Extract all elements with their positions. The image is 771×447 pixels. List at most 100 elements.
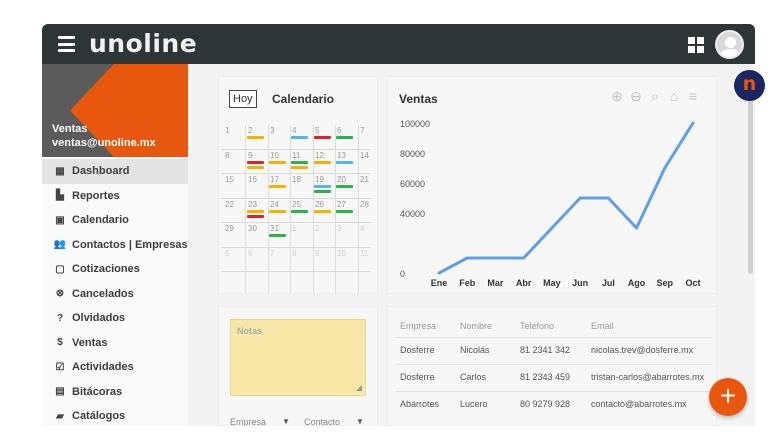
calendar-day[interactable]: 31	[270, 224, 279, 233]
calendar-event[interactable]	[269, 160, 286, 164]
calendar-event[interactable]	[291, 160, 308, 164]
data-point[interactable]	[663, 166, 667, 170]
data-point[interactable]	[465, 256, 469, 260]
calendar-day[interactable]: 8	[225, 151, 229, 160]
calendar-event[interactable]	[336, 185, 353, 188]
sales-series-line[interactable]	[438, 122, 695, 275]
calendar-day[interactable]: 11	[292, 151, 300, 160]
calendar-day[interactable]: 20	[337, 175, 346, 184]
calendar-day[interactable]: 23	[248, 200, 257, 209]
table-cell[interactable]: nicolas.trev@dosferre.mx	[591, 345, 693, 355]
calendar-event[interactable]	[336, 209, 353, 213]
calendar-day[interactable]: 1	[292, 224, 296, 233]
calendar-event[interactable]	[336, 136, 353, 139]
calendar-day[interactable]: 3	[270, 126, 274, 135]
calendar-event[interactable]	[269, 209, 286, 213]
calendar-day[interactable]: 1	[225, 126, 229, 135]
sidebar-item-dashboard[interactable]: ▦ Dashboard	[42, 159, 188, 184]
notes-textarea[interactable]: Notas ◢	[230, 319, 366, 396]
calendar-event[interactable]	[314, 209, 331, 213]
calendar-day[interactable]: 17	[270, 175, 279, 184]
calendar-day[interactable]: 25	[292, 200, 301, 209]
calendar-day[interactable]: 21	[360, 175, 369, 184]
sidebar-item-reportes[interactable]: ▙ Reportes	[42, 184, 188, 209]
calendar-day[interactable]: 5	[315, 126, 319, 135]
calendar-event[interactable]	[291, 136, 308, 139]
apps-grid-icon[interactable]	[688, 37, 704, 53]
resize-handle-icon[interactable]: ◢	[356, 383, 362, 392]
calendar-day[interactable]: 27	[337, 200, 346, 209]
calendar-day[interactable]: 7	[270, 249, 274, 258]
sidebar-item-cotizaciones[interactable]: ▢ Cotizaciones	[42, 257, 188, 282]
calendar-day[interactable]: 14	[360, 151, 369, 160]
unoline-badge[interactable]: n	[734, 70, 765, 101]
data-point[interactable]	[550, 226, 554, 230]
sidebar-item-calendario[interactable]: ▣ Calendario	[42, 208, 188, 233]
company-select[interactable]: Empresa	[230, 417, 266, 426]
data-point[interactable]	[635, 226, 639, 230]
sidebar-item-actividades[interactable]: ☑ Actividades	[42, 355, 188, 380]
calendar-event[interactable]	[269, 185, 286, 188]
avatar[interactable]	[715, 30, 744, 59]
calendar-day[interactable]: 24	[270, 200, 279, 209]
calendar-day[interactable]: 8	[292, 249, 296, 258]
calendar-event[interactable]	[269, 234, 286, 237]
chevron-down-icon[interactable]: ▼	[356, 417, 364, 426]
sidebar-item-cat-logos[interactable]: ▰ Catálogos	[42, 404, 188, 426]
calendar-day[interactable]: 18	[292, 175, 301, 184]
calendar-event[interactable]	[314, 190, 331, 193]
calendar-day[interactable]: 4	[360, 224, 364, 233]
calendar-event[interactable]	[247, 165, 264, 169]
calendar-day[interactable]: 2	[248, 126, 252, 135]
sidebar-item-cancelados[interactable]: ⊗ Cancelados	[42, 282, 188, 307]
calendar-event[interactable]	[247, 209, 264, 213]
calendar-day[interactable]: 9	[248, 151, 252, 160]
calendar-day[interactable]: 10	[337, 249, 346, 258]
calendar-event[interactable]	[314, 160, 331, 164]
data-point[interactable]	[691, 121, 695, 125]
calendar-day[interactable]: 29	[225, 224, 234, 233]
calendar-day[interactable]: 6	[248, 249, 252, 258]
calendar-event[interactable]	[247, 214, 264, 218]
calendar-event[interactable]	[336, 160, 353, 164]
calendar-day[interactable]: 2	[315, 224, 319, 233]
add-fab-button[interactable]: +	[709, 378, 747, 416]
calendar-event[interactable]	[247, 136, 264, 139]
scrollbar[interactable]	[748, 74, 753, 274]
contact-select[interactable]: Contacto	[304, 417, 340, 426]
calendar-day[interactable]: 5	[225, 249, 229, 258]
data-point[interactable]	[522, 256, 526, 260]
data-point[interactable]	[578, 196, 582, 200]
data-point[interactable]	[437, 271, 441, 275]
calendar-event[interactable]	[314, 136, 331, 139]
calendar-day[interactable]: 11	[360, 249, 368, 258]
calendar-day[interactable]: 28	[360, 200, 369, 209]
chevron-down-icon[interactable]: ▼	[282, 417, 290, 426]
calendar-day[interactable]: 7	[360, 126, 364, 135]
calendar-day[interactable]: 13	[337, 151, 346, 160]
calendar-day[interactable]: 26	[315, 200, 324, 209]
calendar-event[interactable]	[291, 209, 308, 213]
table-cell[interactable]: tristan-carlos@abarrotes.mx	[591, 372, 704, 382]
calendar-day[interactable]: 19	[315, 175, 324, 184]
calendar-day[interactable]: 10	[270, 151, 279, 160]
calendar-event[interactable]	[314, 185, 331, 188]
data-point[interactable]	[606, 196, 610, 200]
calendar-day[interactable]: 30	[248, 224, 257, 233]
calendar-day[interactable]: 12	[315, 151, 324, 160]
calendar-event[interactable]	[291, 165, 308, 169]
calendar-day[interactable]: 9	[315, 249, 319, 258]
today-button[interactable]: Hoy	[229, 90, 257, 108]
calendar-day[interactable]: 22	[225, 200, 234, 209]
sidebar-item-ventas[interactable]: $ Ventas	[42, 331, 188, 356]
hamburger-menu-icon[interactable]	[58, 36, 75, 52]
sidebar-item-olvidados[interactable]: ? Olvidados	[42, 306, 188, 331]
calendar-day[interactable]: 16	[248, 175, 257, 184]
data-point[interactable]	[493, 256, 497, 260]
calendar-event[interactable]	[247, 160, 264, 164]
calendar-day[interactable]: 15	[225, 175, 234, 184]
calendar-day[interactable]: 6	[337, 126, 341, 135]
calendar-day[interactable]: 3	[337, 224, 341, 233]
table-cell[interactable]: contacto@abarrotes.mx	[591, 399, 687, 409]
sidebar-item-contactos-empresas[interactable]: 👥 Contactos | Empresas	[42, 233, 188, 258]
